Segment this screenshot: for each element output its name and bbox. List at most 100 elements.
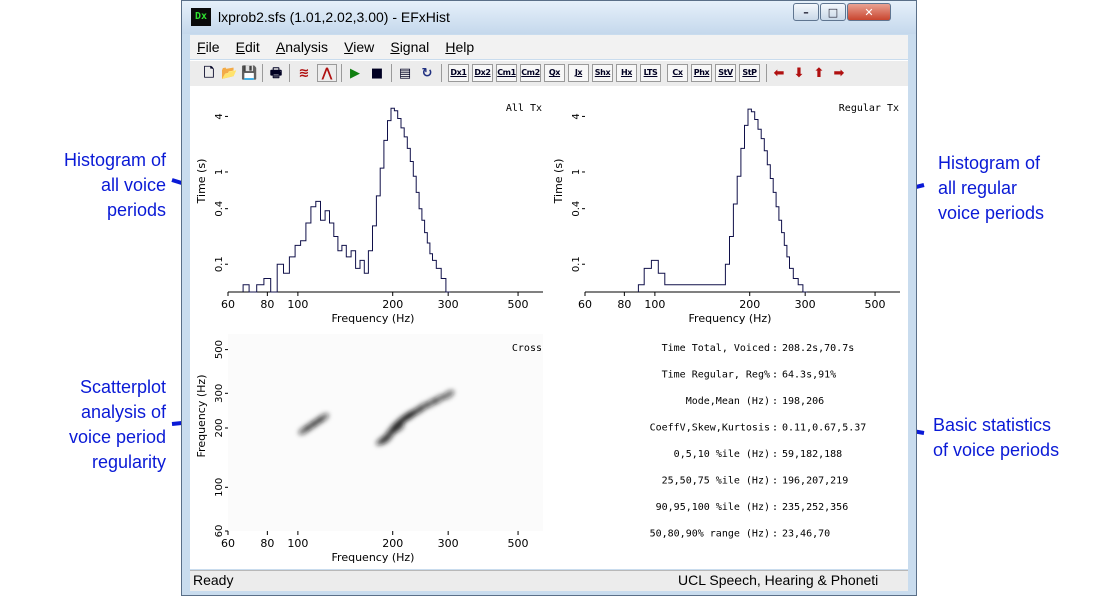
menu-view-rest: iew bbox=[353, 39, 375, 55]
stat-value: 23,46,70 bbox=[782, 529, 830, 540]
menu-signal-rest: ignal bbox=[399, 39, 430, 55]
x-ticks: 60 80 100 200 300 500 bbox=[221, 531, 529, 550]
stat-colon: : bbox=[772, 476, 778, 487]
print-icon[interactable]: 🖶 bbox=[267, 64, 285, 82]
stat-label: Time Regular, Reg% bbox=[662, 370, 770, 381]
x-ticks: 60 80 100 200 300 500 bbox=[578, 292, 886, 311]
stat-value: 59,182,188 bbox=[782, 449, 842, 460]
y-axis-label: Time (s) bbox=[195, 159, 208, 205]
open-folder-icon[interactable]: 📂 bbox=[220, 64, 238, 82]
toolbar-button-phx[interactable]: Phx bbox=[691, 64, 712, 82]
y-tick-label: 60 bbox=[214, 525, 225, 538]
menu-help-rest: elp bbox=[455, 39, 475, 55]
toolbar-button-cx[interactable]: Cx bbox=[667, 64, 688, 82]
menu-edit[interactable]: Edit bbox=[236, 39, 260, 55]
annotation-line: voice periods bbox=[938, 203, 1045, 223]
properties-icon[interactable]: ▤ bbox=[395, 64, 415, 82]
toolbar-button-cm2[interactable]: Cm2 bbox=[520, 64, 541, 82]
stat-value: 64.3s,91% bbox=[782, 370, 836, 381]
histogram-regular-tx bbox=[637, 108, 808, 293]
y-tick-label: 0.4 bbox=[571, 201, 582, 217]
toolbar-button-cm1[interactable]: Cm1 bbox=[496, 64, 517, 82]
arrow-down-icon[interactable]: ⬇ bbox=[790, 64, 808, 82]
close-button[interactable]: ✕ bbox=[847, 3, 891, 21]
app-icon: Dx bbox=[191, 8, 211, 26]
statistics-panel: Time Total, Voiced:208.2s,70.7sTime Regu… bbox=[650, 343, 867, 540]
stat-label: CoeffV,Skew,Kurtosis bbox=[650, 423, 770, 434]
toolbar-separator bbox=[289, 64, 290, 82]
y-tick-label: 200 bbox=[214, 418, 225, 437]
maximize-button[interactable]: □ bbox=[820, 3, 846, 21]
toolbar-button-dx1[interactable]: Dx1 bbox=[448, 64, 469, 82]
x-axis-label: Frequency (Hz) bbox=[332, 312, 415, 325]
menu-analysis[interactable]: Analysis bbox=[276, 39, 328, 55]
menu-help[interactable]: Help bbox=[445, 39, 474, 55]
panel-cross: Cross Frequency (Hz) Frequency (Hz) 60 80… bbox=[195, 334, 543, 564]
menu-analysis-rest: nalysis bbox=[285, 39, 329, 55]
y-ticks: 4 1 0.4 0.1 bbox=[571, 113, 585, 272]
x-axis-label: Frequency (Hz) bbox=[332, 551, 415, 564]
y-ticks: 4 1 0.4 0.1 bbox=[214, 113, 228, 272]
annotation-line: Histogram of bbox=[938, 153, 1041, 173]
status-bar: Ready UCL Speech, Hearing & Phoneti bbox=[190, 570, 908, 591]
x-tick-label: 60 bbox=[221, 537, 235, 550]
x-tick-label: 80 bbox=[260, 298, 274, 311]
menu-file-rest: ile bbox=[205, 39, 220, 55]
annotation-histogram-regular: Histogram of all regular voice periods bbox=[938, 151, 1044, 226]
toolbar-button-jx[interactable]: Jx bbox=[568, 64, 589, 82]
menu-bar: File Edit Analysis View Signal Help bbox=[190, 35, 908, 59]
arrow-up-icon[interactable]: ⬆ bbox=[810, 64, 828, 82]
minimize-button[interactable]: – bbox=[793, 3, 819, 21]
stat-label: 25,50,75 %ile (Hz) bbox=[662, 476, 770, 487]
peak-icon[interactable]: ⋀ bbox=[317, 64, 337, 82]
toolbar-button-stp[interactable]: StP bbox=[739, 64, 760, 82]
play-icon[interactable]: ▶ bbox=[345, 64, 365, 82]
toolbar-button-hx[interactable]: Hx bbox=[616, 64, 637, 82]
stat-value: 196,207,219 bbox=[782, 476, 848, 487]
x-tick-label: 60 bbox=[221, 298, 235, 311]
panel-label-all-tx: All Tx bbox=[506, 103, 542, 114]
stop-icon[interactable]: ■ bbox=[367, 64, 387, 82]
x-tick-label: 60 bbox=[578, 298, 592, 311]
arrow-right-icon[interactable]: ➡ bbox=[830, 64, 848, 82]
x-tick-label: 100 bbox=[644, 298, 665, 311]
panel-label-regular-tx: Regular Tx bbox=[839, 103, 899, 114]
window-title: lxprob2.sfs (1.01,2.02,3.00) - EFxHist bbox=[218, 9, 450, 25]
refresh-icon[interactable]: ↻ bbox=[417, 64, 437, 82]
x-tick-label: 200 bbox=[739, 298, 760, 311]
annotation-line: regularity bbox=[91, 452, 166, 472]
y-tick-label: 4 bbox=[214, 113, 225, 119]
annotation-histogram-all: Histogram of all voice periods bbox=[36, 148, 166, 223]
y-tick-label: 300 bbox=[214, 384, 225, 403]
annotation-line: all regular bbox=[938, 178, 1018, 198]
y-tick-label: 0.1 bbox=[571, 256, 582, 272]
toolbar-button-dx2[interactable]: Dx2 bbox=[472, 64, 493, 82]
toolbar-separator bbox=[441, 64, 442, 82]
arrow-left-icon[interactable]: ⬅ bbox=[770, 64, 788, 82]
stat-colon: : bbox=[772, 502, 778, 513]
annotation-line: voice period bbox=[68, 427, 166, 447]
waveform-icon[interactable]: ≋ bbox=[294, 64, 314, 82]
stat-value: 198,206 bbox=[782, 396, 824, 407]
toolbar-button-lts[interactable]: LTS bbox=[640, 64, 661, 82]
toolbar-button-stv[interactable]: StV bbox=[715, 64, 736, 82]
new-file-icon[interactable]: 🗋 bbox=[200, 64, 218, 82]
menu-view[interactable]: View bbox=[344, 39, 374, 55]
x-axis-label: Frequency (Hz) bbox=[689, 312, 772, 325]
save-icon[interactable]: 💾 bbox=[240, 64, 258, 82]
y-axis-label: Time (s) bbox=[552, 159, 565, 205]
x-tick-label: 200 bbox=[382, 298, 403, 311]
y-tick-label: 500 bbox=[214, 340, 225, 359]
title-bar[interactable]: Dx lxprob2.sfs (1.01,2.02,3.00) - EFxHis… bbox=[182, 1, 916, 34]
toolbar-button-shx[interactable]: Shx bbox=[592, 64, 613, 82]
panel-label-cross: Cross bbox=[512, 343, 542, 354]
stat-colon: : bbox=[772, 529, 778, 540]
annotation-line: periods bbox=[106, 200, 166, 220]
toolbar-button-qx[interactable]: Qx bbox=[544, 64, 565, 82]
stat-label: 0,5,10 %ile (Hz) bbox=[674, 449, 770, 460]
x-tick-label: 500 bbox=[508, 298, 529, 311]
menu-signal[interactable]: Signal bbox=[390, 39, 429, 55]
annotation-line: analysis of bbox=[80, 402, 166, 422]
annotation-line: all voice bbox=[100, 175, 166, 195]
menu-file[interactable]: File bbox=[197, 39, 220, 55]
